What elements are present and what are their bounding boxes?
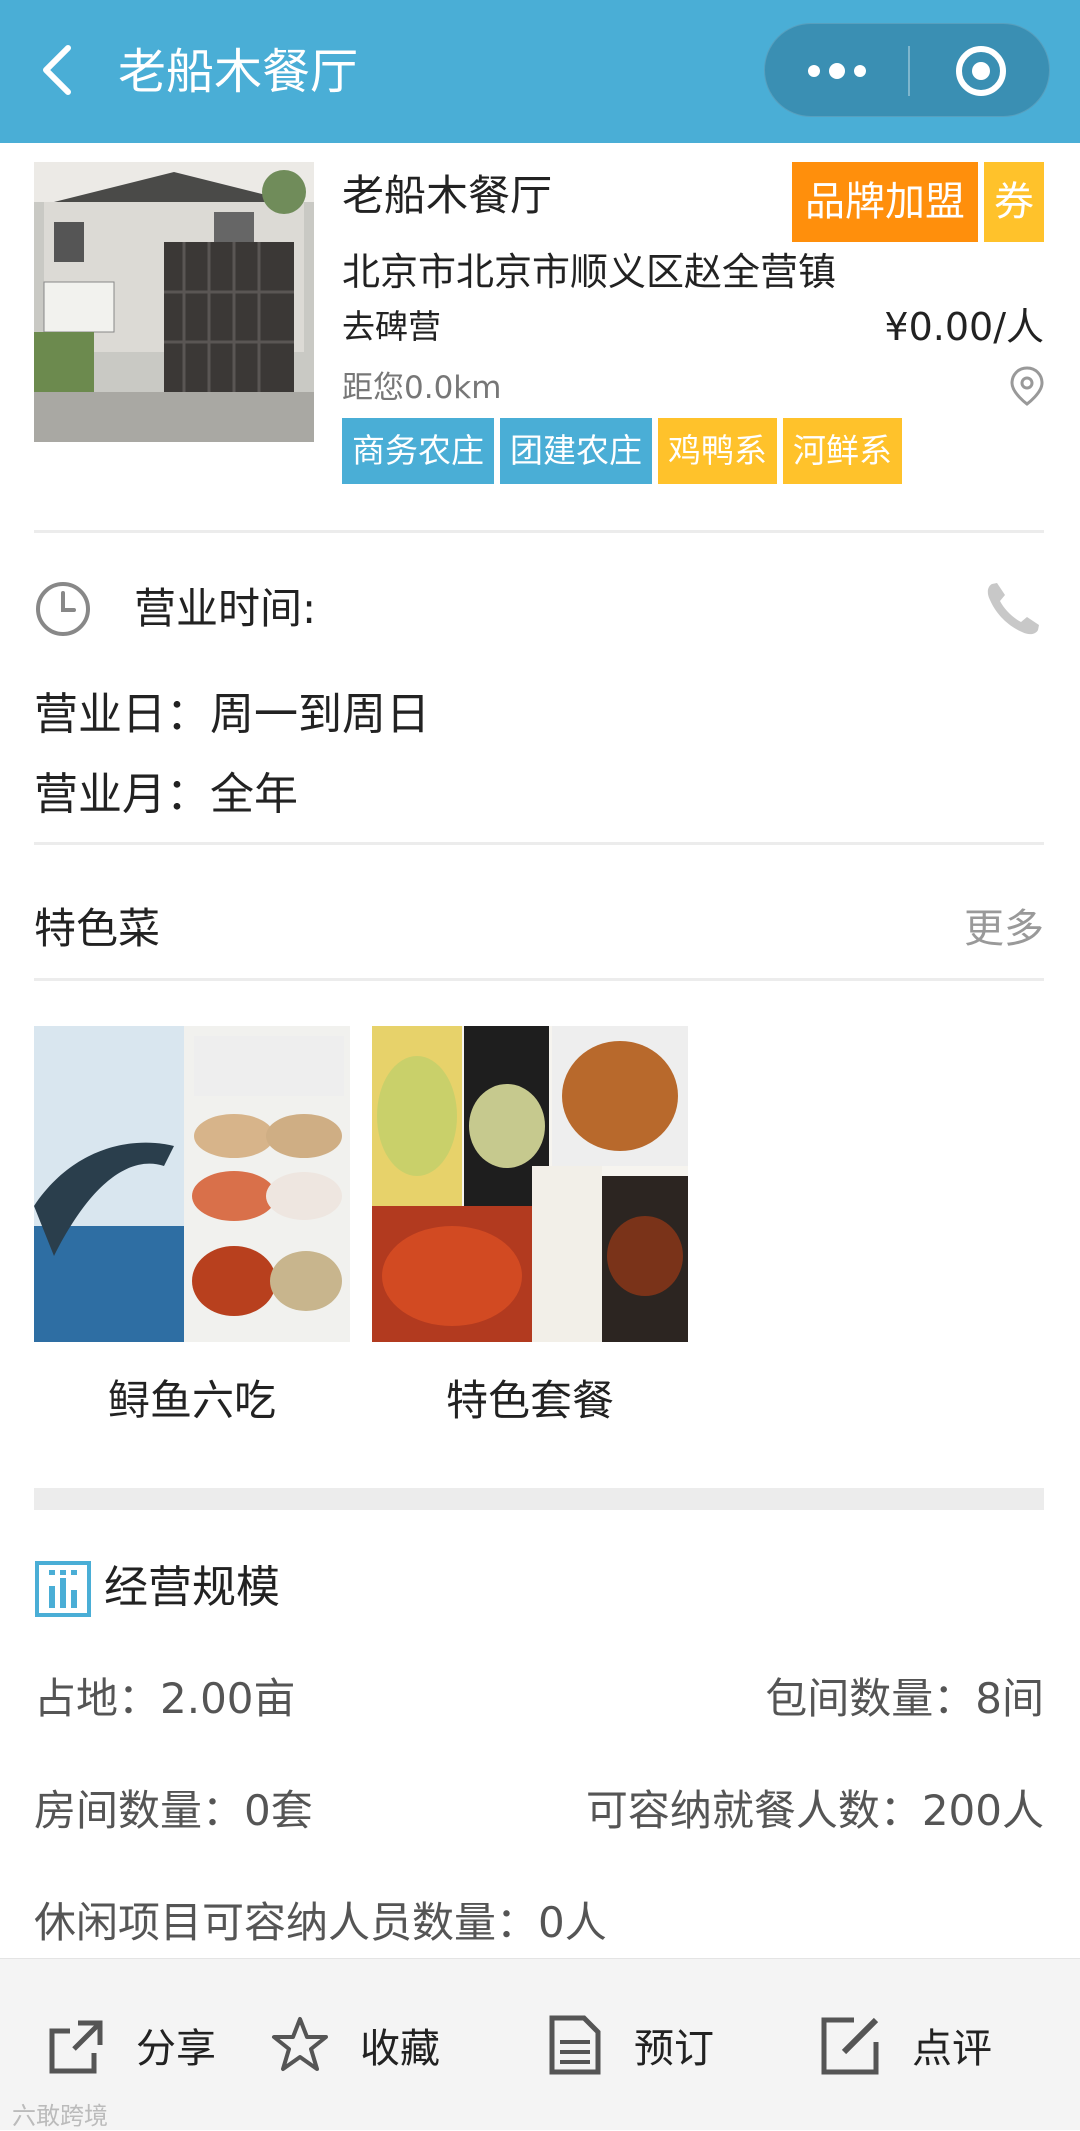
favorite-button[interactable]: 收藏 — [270, 1959, 440, 2131]
brand-franchise-badge[interactable]: 品牌加盟 — [792, 162, 978, 242]
dish-name: 鲟鱼六吃 — [107, 1376, 276, 1425]
back-icon[interactable] — [30, 38, 90, 102]
close-miniprogram-icon[interactable] — [910, 24, 1051, 118]
business-hours-label: 营业时间: — [134, 584, 317, 633]
business-days: 营业日：周一到周日 — [34, 689, 430, 740]
divider — [34, 530, 1044, 533]
room-count: 房间数量：0套 — [34, 1786, 313, 1835]
price-per-person: ¥0.00/人 — [884, 305, 1044, 349]
document-icon — [549, 2015, 601, 2075]
land-area: 占地：2.00亩 — [34, 1674, 296, 1723]
star-icon — [272, 2017, 328, 2071]
mini-program-capsule — [764, 23, 1050, 117]
watermark: 六敢跨境 — [12, 2102, 108, 2130]
diner-capacity: 可容纳就餐人数：200人 — [585, 1786, 1044, 1835]
address-line1: 北京市北京市顺义区赵全营镇 — [342, 250, 837, 294]
share-icon — [49, 2020, 103, 2074]
reserve-button[interactable]: 预订 — [546, 1959, 714, 2131]
clock-icon — [34, 580, 92, 638]
edit-icon — [821, 2017, 879, 2075]
address-line2: 去碑营 — [342, 307, 441, 346]
location-pin-icon[interactable] — [1010, 366, 1044, 406]
restaurant-photo[interactable] — [34, 162, 314, 442]
dish-card[interactable]: 鲟鱼六吃 — [34, 1026, 350, 1430]
tag-item: 鸡鸭系 — [658, 418, 777, 484]
leisure-capacity: 休闲项目可容纳人员数量：0人 — [34, 1898, 607, 1947]
restaurant-name: 老船木餐厅 — [342, 171, 553, 220]
specialty-dishes-title: 特色菜 — [34, 904, 161, 953]
reserve-label: 预订 — [634, 2026, 714, 2072]
review-label: 点评 — [912, 2026, 992, 2072]
business-scale-title: 经营规模 — [104, 1562, 280, 1613]
coupon-badge[interactable]: 券 — [984, 162, 1044, 242]
tag-item: 团建农庄 — [500, 418, 652, 484]
dish-image[interactable] — [34, 1026, 350, 1342]
distance-text: 距您0.0km — [342, 370, 502, 406]
bottom-action-bar: 分享 收藏 预订 点评 — [0, 1958, 1080, 2130]
divider — [34, 842, 1044, 845]
more-dishes-link[interactable]: 更多 — [964, 900, 1044, 958]
category-tags: 商务农庄 团建农庄 鸡鸭系 河鲜系 — [342, 418, 902, 484]
review-button[interactable]: 点评 — [820, 1959, 992, 2131]
nav-title: 老船木餐厅 — [118, 44, 359, 100]
more-menu-icon[interactable] — [765, 24, 908, 118]
tag-item: 商务农庄 — [342, 418, 494, 484]
dish-image[interactable] — [372, 1026, 688, 1342]
dish-name: 特色套餐 — [445, 1376, 614, 1425]
private-rooms: 包间数量：8间 — [765, 1674, 1044, 1723]
divider — [34, 978, 1044, 981]
dish-card[interactable]: 特色套餐 — [372, 1026, 688, 1430]
business-months: 营业月：全年 — [34, 769, 298, 820]
favorite-label: 收藏 — [360, 2026, 440, 2072]
share-label: 分享 — [136, 2026, 216, 2072]
tag-item: 河鲜系 — [783, 418, 902, 484]
top-nav-bar: 老船木餐厅 — [0, 0, 1080, 143]
bar-chart-icon — [34, 1560, 92, 1618]
section-separator — [34, 1488, 1044, 1510]
phone-icon[interactable] — [982, 578, 1044, 640]
